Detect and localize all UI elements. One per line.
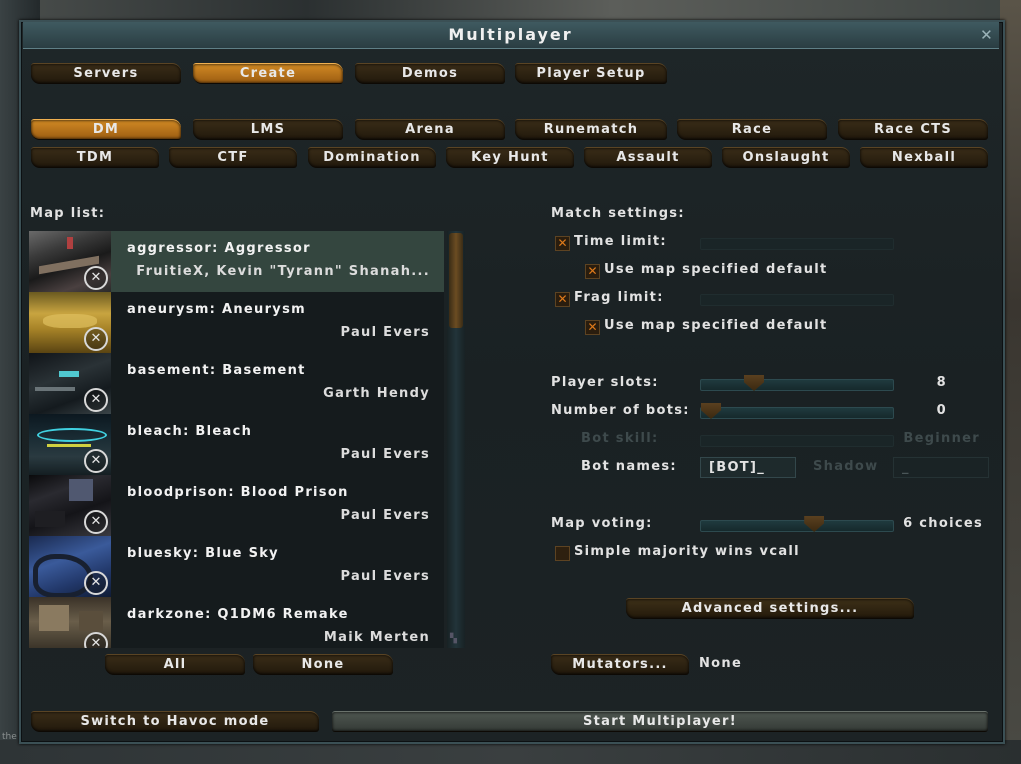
xonotic-logo-icon: ✕ — [84, 571, 108, 595]
gametype-onslaught[interactable]: Onslaught — [722, 147, 850, 168]
gametype-race-cts[interactable]: Race CTS — [838, 119, 988, 140]
player-slots-value: 8 — [936, 375, 947, 390]
map-thumbnail: ✕ — [29, 536, 111, 597]
bot-skill-slider[interactable] — [700, 435, 894, 447]
map-list-item[interactable]: ✕ aggressor: Aggressor FruitieX, Kevin "… — [29, 231, 444, 292]
xonotic-logo-icon: ✕ — [84, 632, 108, 648]
frag-limit-slider[interactable] — [700, 294, 894, 306]
time-default-checkbox[interactable]: ✕ — [585, 264, 600, 279]
match-settings-heading: Match settings: — [551, 206, 685, 221]
bots-label: Number of bots: — [551, 403, 690, 418]
map-author: Maik Merten — [323, 630, 430, 645]
map-title: bleach: Bleach — [127, 424, 253, 439]
map-author: Paul Evers — [340, 447, 430, 462]
map-author: Garth Hendy — [323, 386, 430, 401]
background-scenery-top — [0, 0, 1021, 22]
map-thumbnail: ✕ — [29, 475, 111, 536]
start-multiplayer-button[interactable]: Start Multiplayer! — [332, 711, 988, 732]
gametype-dm[interactable]: DM — [31, 119, 181, 140]
map-voting-value: 6 choices — [903, 516, 983, 531]
bot-suffix-input[interactable]: _ — [893, 457, 989, 478]
time-limit-label: Time limit: — [574, 234, 667, 249]
bot-skill-label: Bot skill: — [581, 431, 659, 446]
gametype-nexball[interactable]: Nexball — [860, 147, 988, 168]
resize-grip-icon: ▚ — [450, 634, 457, 644]
xonotic-logo-icon: ✕ — [84, 266, 108, 290]
bot-prefix-input[interactable]: [BOT]_ — [700, 457, 796, 478]
map-list[interactable]: ✕ aggressor: Aggressor FruitieX, Kevin "… — [29, 231, 444, 648]
map-title: bluesky: Blue Sky — [127, 546, 279, 561]
bot-names-label: Bot names: — [581, 459, 677, 474]
select-no-maps-button[interactable]: None — [253, 654, 393, 675]
map-title: darkzone: Q1DM6 Remake — [127, 607, 349, 622]
map-title: aggressor: Aggressor — [127, 241, 311, 256]
frag-limit-label: Frag limit: — [574, 290, 664, 305]
map-list-item[interactable]: ✕ aneurysm: Aneurysm Paul Evers — [29, 292, 444, 353]
time-limit-checkbox[interactable]: ✕ — [555, 236, 570, 251]
map-thumbnail: ✕ — [29, 292, 111, 353]
mutators-value: None — [699, 656, 743, 671]
gametype-lms[interactable]: LMS — [193, 119, 343, 140]
xonotic-logo-icon: ✕ — [84, 449, 108, 473]
frag-default-label: Use map specified default — [604, 318, 828, 333]
xonotic-logo-icon: ✕ — [84, 388, 108, 412]
gametype-race[interactable]: Race — [677, 119, 827, 140]
tab-demos[interactable]: Demos — [355, 63, 505, 84]
player-slots-slider[interactable] — [700, 375, 894, 391]
gametype-assault[interactable]: Assault — [584, 147, 712, 168]
majority-label: Simple majority wins vcall — [574, 544, 800, 559]
dialog-title: Multiplayer — [448, 25, 573, 44]
map-title: aneurysm: Aneurysm — [127, 302, 306, 317]
majority-checkbox[interactable]: ✕ — [555, 546, 570, 561]
map-author: Paul Evers — [340, 508, 430, 523]
havoc-mode-button[interactable]: Switch to Havoc mode — [31, 711, 319, 732]
gametype-domination[interactable]: Domination — [308, 147, 436, 168]
map-list-item[interactable]: ✕ bloodprison: Blood Prison Paul Evers — [29, 475, 444, 536]
player-slots-label: Player slots: — [551, 375, 659, 390]
map-voting-label: Map voting: — [551, 516, 653, 531]
bot-skill-value: Beginner — [903, 431, 980, 446]
select-all-maps-button[interactable]: All — [105, 654, 245, 675]
bots-slider[interactable] — [700, 403, 894, 419]
time-default-label: Use map specified default — [604, 262, 828, 277]
gametype-runematch[interactable]: Runematch — [515, 119, 667, 140]
advanced-settings-button[interactable]: Advanced settings... — [626, 598, 914, 619]
map-list-item[interactable]: ✕ basement: Basement Garth Hendy — [29, 353, 444, 414]
background-console-text: the — [2, 732, 17, 742]
frag-default-checkbox[interactable]: ✕ — [585, 320, 600, 335]
map-title: bloodprison: Blood Prison — [127, 485, 349, 500]
map-list-item[interactable]: ✕ darkzone: Q1DM6 Remake Maik Merten — [29, 597, 444, 648]
map-list-scrollbar-thumb[interactable] — [449, 233, 463, 328]
gametype-arena[interactable]: Arena — [355, 119, 505, 140]
gametype-ctf[interactable]: CTF — [169, 147, 297, 168]
close-icon[interactable]: ✕ — [978, 26, 996, 44]
gametype-tdm[interactable]: TDM — [31, 147, 159, 168]
xonotic-logo-icon: ✕ — [84, 327, 108, 351]
map-list-item[interactable]: ✕ bleach: Bleach Paul Evers — [29, 414, 444, 475]
bot-shadow-label: Shadow — [813, 459, 879, 474]
player-slots-slider-knob[interactable] — [744, 375, 764, 391]
frag-limit-checkbox[interactable]: ✕ — [555, 292, 570, 307]
map-thumbnail: ✕ — [29, 597, 111, 648]
map-list-item[interactable]: ✕ bluesky: Blue Sky Paul Evers — [29, 536, 444, 597]
gametype-key-hunt[interactable]: Key Hunt — [446, 147, 574, 168]
map-list-heading: Map list: — [30, 206, 106, 221]
map-thumbnail: ✕ — [29, 353, 111, 414]
time-limit-slider[interactable] — [700, 238, 894, 250]
tab-servers[interactable]: Servers — [31, 63, 181, 84]
map-voting-slider-knob[interactable] — [804, 516, 825, 532]
tab-player-setup[interactable]: Player Setup — [515, 63, 667, 84]
tab-create[interactable]: Create — [193, 63, 343, 84]
map-voting-slider[interactable] — [700, 516, 894, 532]
map-author: Paul Evers — [340, 325, 430, 340]
map-author: Paul Evers — [340, 569, 430, 584]
bots-slider-knob[interactable] — [701, 403, 721, 419]
map-author: FruitieX, Kevin "Tyrann" Shanah... — [136, 264, 430, 279]
map-thumbnail: ✕ — [29, 231, 111, 292]
bots-value: 0 — [936, 403, 947, 418]
map-title: basement: Basement — [127, 363, 306, 378]
map-thumbnail: ✕ — [29, 414, 111, 475]
xonotic-logo-icon: ✕ — [84, 510, 108, 534]
mutators-button[interactable]: Mutators... — [551, 654, 689, 675]
